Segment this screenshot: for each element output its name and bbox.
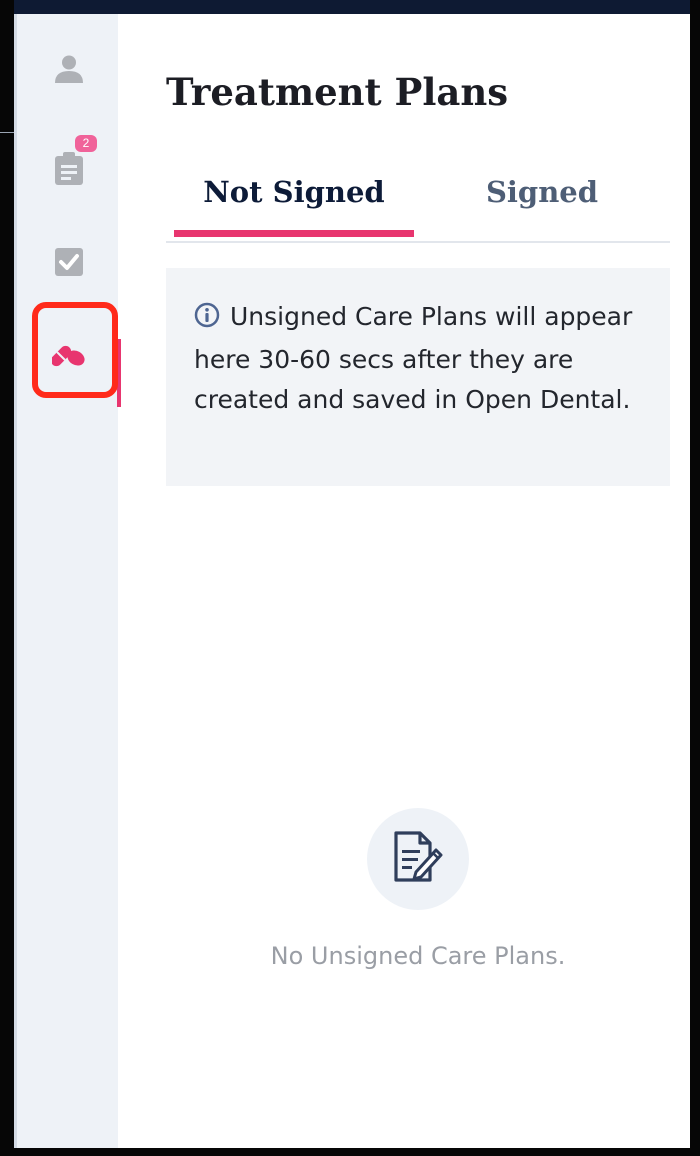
clipboard-icon xyxy=(54,151,84,185)
active-tab-underline xyxy=(174,230,414,237)
checkbox-icon xyxy=(54,247,84,281)
background-divider xyxy=(0,132,14,133)
sidebar: 2 xyxy=(14,14,121,1148)
page-title: Treatment Plans xyxy=(166,70,509,114)
sidebar-item-profile[interactable] xyxy=(17,41,121,101)
sidebar-item-tasks[interactable] xyxy=(17,234,121,294)
tab-not-signed[interactable]: Not Signed xyxy=(174,169,414,239)
empty-state-message: No Unsigned Care Plans. xyxy=(270,942,566,970)
app-panel: 2 Treatment Plans Not Signed Signed Unsi… xyxy=(14,14,690,1148)
tab-bar: Not Signed Signed xyxy=(166,169,670,243)
tab-signed[interactable]: Signed xyxy=(422,169,662,239)
info-message: Unsigned Care Plans will appear here 30-… xyxy=(194,297,642,420)
empty-state: No Unsigned Care Plans. xyxy=(166,808,670,970)
window-left-border xyxy=(0,0,14,1156)
notification-badge: 2 xyxy=(75,135,97,152)
pills-icon xyxy=(50,343,86,373)
empty-state-icon-circle xyxy=(367,808,469,910)
info-icon xyxy=(194,300,220,340)
window-bottom-border xyxy=(0,1148,700,1156)
document-edit-icon xyxy=(392,830,444,888)
info-banner: Unsigned Care Plans will appear here 30-… xyxy=(166,268,670,486)
window-top-border xyxy=(0,0,700,14)
main-content: Treatment Plans Not Signed Signed Unsign… xyxy=(118,14,690,1148)
info-text: Unsigned Care Plans will appear here 30-… xyxy=(194,302,633,414)
window-right-border xyxy=(690,0,700,1156)
user-icon xyxy=(54,54,84,88)
sidebar-item-treatment-plans[interactable] xyxy=(17,328,121,388)
sidebar-item-forms[interactable]: 2 xyxy=(17,135,121,198)
